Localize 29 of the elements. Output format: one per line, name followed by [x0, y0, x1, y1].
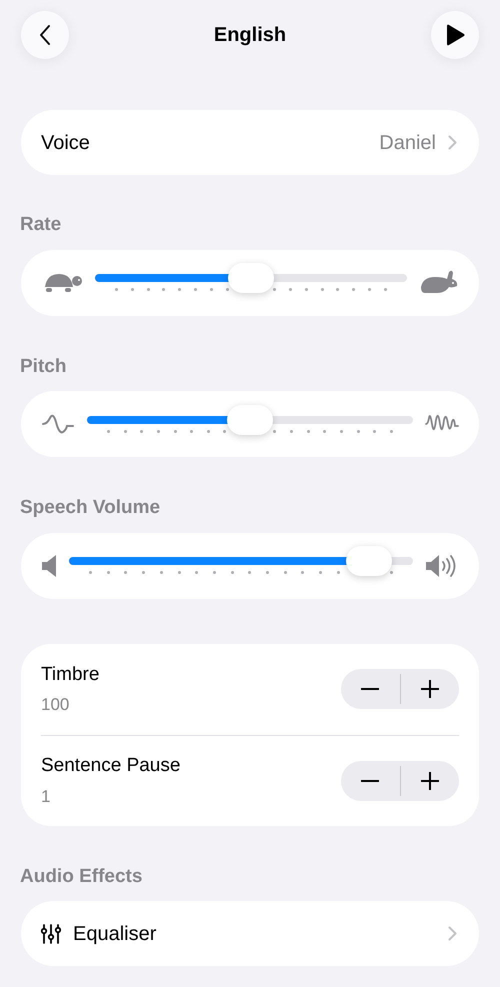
chevron-icon — [448, 926, 457, 941]
setting-label: Timbre — [41, 662, 100, 686]
wave-icon — [41, 412, 75, 436]
section-label: Rate — [19, 213, 62, 237]
back-button[interactable] — [21, 11, 69, 59]
plus-icon — [420, 772, 439, 790]
row-label: Equaliser — [73, 922, 156, 946]
plus-icon — [420, 680, 439, 698]
sliders-icon — [41, 924, 61, 944]
page-title: English — [214, 23, 286, 48]
section-label: Audio Effects — [19, 864, 144, 888]
slider-thumb[interactable] — [227, 404, 273, 434]
slider-thumb[interactable] — [228, 263, 274, 293]
setting-value: 100 — [41, 694, 70, 716]
equaliser-row[interactable]: Equaliser — [21, 901, 479, 966]
voice-value: Daniel — [379, 130, 436, 156]
setting-value: 1 — [41, 786, 52, 808]
section-label: Pitch — [19, 354, 68, 378]
minus-icon — [361, 688, 380, 690]
chevron-icon — [448, 135, 457, 150]
voice-label: Voice — [41, 130, 90, 156]
voice-row[interactable]: Voice Daniel — [21, 110, 479, 175]
minus-icon — [361, 780, 380, 782]
section-label: Speech Volume — [19, 496, 162, 520]
speaker-icon — [41, 554, 57, 578]
slider-thumb[interactable] — [346, 546, 392, 576]
back-icon — [39, 24, 51, 46]
play-icon — [444, 24, 465, 46]
setting-label: Sentence Pause — [41, 754, 180, 778]
